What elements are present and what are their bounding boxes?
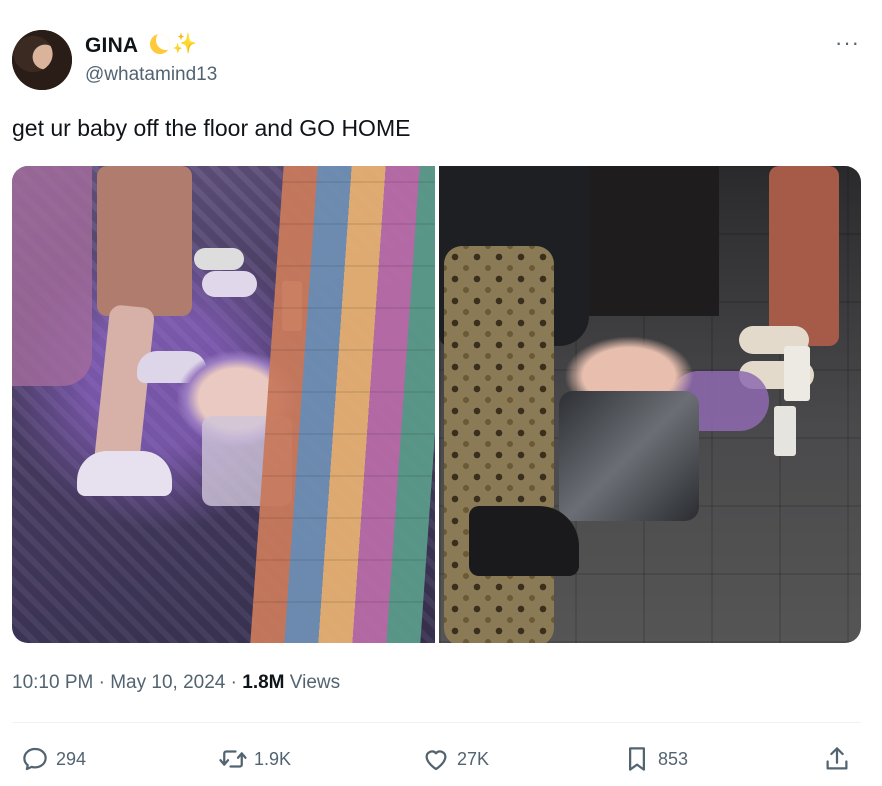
meta-separator: · (230, 672, 237, 693)
crescent-moon-icon (150, 34, 170, 54)
photo-detail (77, 451, 172, 496)
photo-detail (250, 166, 435, 643)
reply-button[interactable]: 294 (20, 742, 86, 776)
tweet-text: get ur baby off the floor and GO HOME (12, 115, 411, 141)
photo-detail (784, 346, 810, 401)
bookmark-button[interactable]: 853 (622, 742, 688, 776)
retweet-icon (219, 750, 247, 768)
bookmark-icon (629, 747, 645, 771)
heart-icon (425, 750, 447, 771)
like-button[interactable]: 27K (421, 742, 489, 776)
reply-icon (23, 747, 47, 771)
photo-right[interactable] (439, 166, 861, 643)
avatar-photo (12, 30, 72, 90)
photo-detail (444, 246, 554, 643)
photo-detail (194, 248, 244, 270)
retweet-button[interactable]: 1.9K (218, 742, 291, 776)
photo-detail (202, 271, 257, 297)
reply-count: 294 (56, 748, 87, 769)
user-handle[interactable]: @whatamind13 (85, 64, 217, 86)
photo-detail (97, 166, 192, 316)
photo-detail (774, 406, 796, 456)
like-count: 27K (457, 748, 490, 769)
share-icon (826, 747, 848, 770)
photo-detail (469, 506, 579, 576)
more-icon[interactable]: ··· (835, 30, 860, 56)
photo-left[interactable] (12, 166, 435, 643)
name-emoji: ✨ (150, 30, 197, 58)
bookmark-count: 853 (658, 748, 689, 769)
photo-detail (559, 391, 699, 521)
tweet-meta: 10:10 PM · May 10, 2024 · 1.8M Views (12, 672, 340, 694)
display-name[interactable]: GINA (85, 34, 138, 58)
views-label: Views (289, 672, 341, 693)
share-button[interactable] (822, 742, 852, 776)
photo-detail (589, 166, 719, 316)
photo-detail (769, 166, 839, 346)
retweet-count: 1.9K (254, 748, 292, 769)
meta-separator: · (98, 672, 105, 693)
tweet-date[interactable]: May 10, 2024 (110, 672, 225, 693)
divider (12, 722, 861, 723)
avatar[interactable] (12, 30, 72, 90)
photo-detail (12, 166, 92, 386)
tweet-time[interactable]: 10:10 PM (12, 672, 93, 693)
media-grid (12, 166, 861, 643)
photo-detail (93, 304, 156, 468)
sparkles-icon: ✨ (172, 33, 197, 55)
views-count: 1.8M (242, 672, 285, 693)
